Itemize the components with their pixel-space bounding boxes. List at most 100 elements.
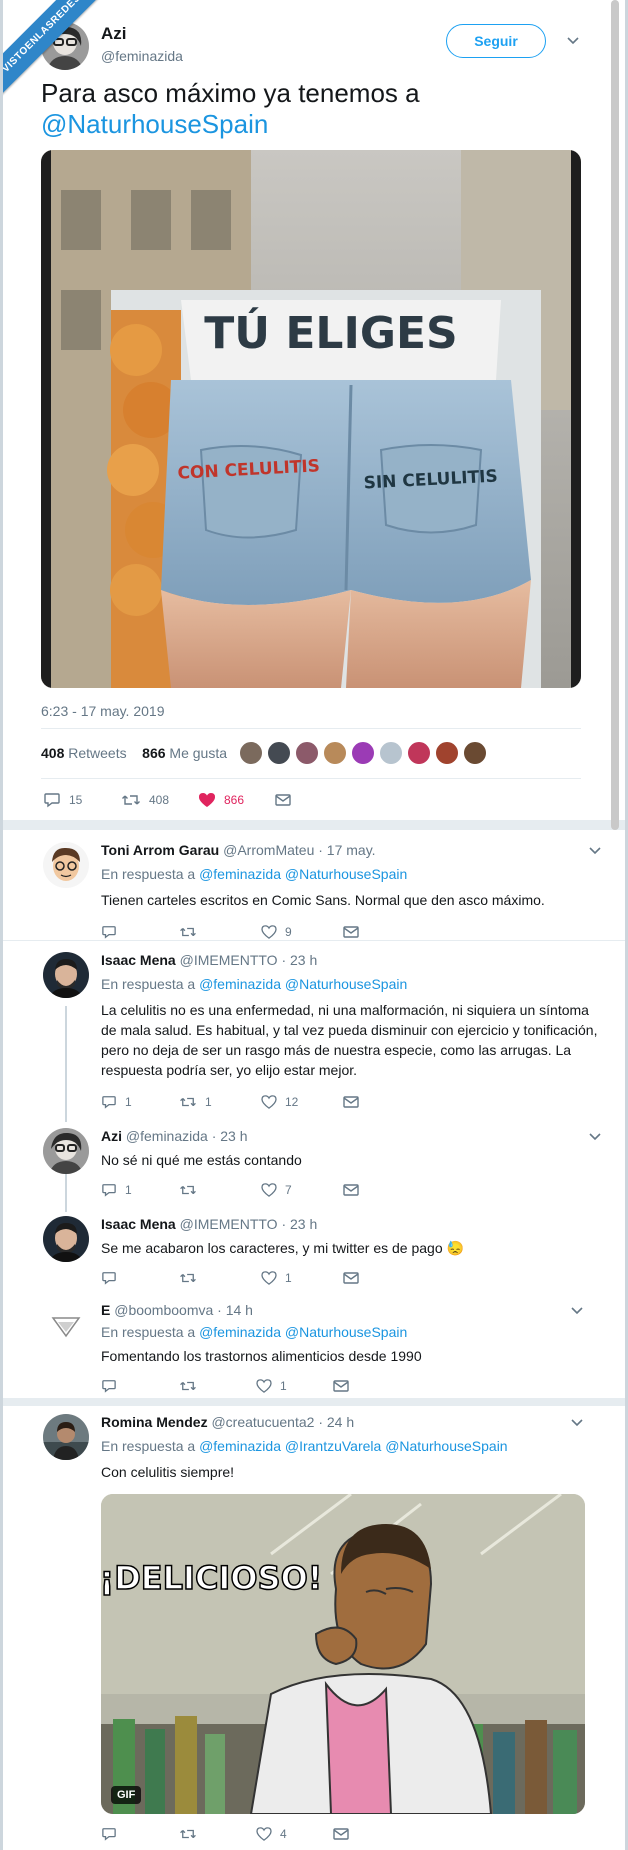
reply-text: Se me acabaron los caracteres, y mi twit… [101,1240,464,1256]
reply-button[interactable] [101,1376,125,1396]
like-button[interactable]: 7 [261,1180,292,1200]
scrollbar[interactable] [611,0,619,830]
reply-author-handle[interactable]: @ArromMateu [223,842,314,858]
avatar[interactable] [323,741,347,765]
chevron-down-icon[interactable] [570,1306,584,1316]
reply-text: Fomentando los trastornos alimenticios d… [101,1348,422,1364]
envelope-icon [343,926,359,938]
like-button[interactable]: 12 [261,1092,298,1112]
like-button[interactable]: 1 [256,1376,287,1396]
avatar[interactable] [407,741,431,765]
reply-author-handle[interactable]: @IMEMENTTO [180,1216,278,1232]
avatar[interactable] [43,1216,89,1262]
reply-text: No sé ni qué me estás contando [101,1152,302,1168]
reply-author-name[interactable]: Isaac Mena [101,1216,176,1232]
avatar[interactable] [43,952,89,998]
reply-icon [102,1272,116,1285]
retweet-button[interactable] [179,922,205,942]
avatar[interactable] [43,842,89,888]
gif-media[interactable]: ¡DELICIOSO! GIF [101,1494,585,1814]
reply-author-name[interactable]: E [101,1302,110,1318]
likes-label[interactable]: Me gusta [169,745,227,761]
message-button[interactable] [343,1092,367,1112]
reply-mentions[interactable]: @feminazida @NaturhouseSpain [199,976,407,992]
reply-prefix: En respuesta a [101,1324,196,1340]
main-tweet-header: Azi @feminazida Seguir [41,20,601,70]
reply-author-name[interactable]: Romina Mendez [101,1414,208,1430]
retweet-button[interactable] [179,1376,205,1396]
retweet-button[interactable]: 408 [121,790,169,810]
chevron-down-icon[interactable] [588,1132,602,1142]
chevron-down-icon[interactable] [588,846,602,856]
reply-button[interactable] [101,1824,125,1844]
reply-button[interactable] [101,922,125,942]
avatar[interactable] [351,741,375,765]
reply-author: Toni Arrom Garau @ArromMateu · 17 may. [101,842,376,858]
tweet-timestamp[interactable]: 6:23 - 17 may. 2019 [41,703,164,719]
reply-time[interactable]: · 14 h [217,1302,253,1318]
author-name[interactable]: Azi [101,24,127,44]
heart-filled-icon [199,793,215,807]
reply-author-handle[interactable]: @boomboomva [114,1302,213,1318]
avatar[interactable] [267,741,291,765]
retweet-button[interactable]: 1 [179,1092,212,1112]
retweet-icon [180,1097,196,1107]
follow-button[interactable]: Seguir [446,24,546,58]
chevron-down-icon[interactable] [566,36,580,46]
avatar[interactable] [463,741,487,765]
reply-author-name[interactable]: Isaac Mena [101,952,176,968]
reply-button[interactable]: 15 [43,790,82,810]
retweet-button[interactable] [179,1824,205,1844]
message-button[interactable] [343,1268,367,1288]
message-button[interactable] [343,1180,367,1200]
tweet-photo[interactable]: TÚ ELIGES CON CELULITIS SIN CELULITIS [41,150,581,688]
reply-mentions[interactable]: @feminazida @NaturhouseSpain [199,1324,407,1340]
like-button[interactable]: 9 [261,922,292,942]
reply-mentions[interactable]: @feminazida @NaturhouseSpain [199,866,407,882]
retweets-count[interactable]: 408 [41,745,64,761]
tweet-stats: 408 Retweets 866 Me gusta [41,745,227,761]
reply-button[interactable]: 1 [101,1092,132,1112]
like-count: 4 [280,1827,287,1841]
retweets-label[interactable]: Retweets [68,745,126,761]
reply-author-handle[interactable]: @IMEMENTTO [180,952,278,968]
message-button[interactable] [333,1376,357,1396]
reply-context: En respuesta a @feminazida @IrantzuVarel… [101,1438,508,1454]
like-button[interactable]: 866 [198,790,244,810]
author-handle[interactable]: @feminazida [101,48,183,64]
reply-button[interactable]: 1 [101,1180,132,1200]
message-button[interactable] [275,790,299,810]
reply-button[interactable] [101,1268,125,1288]
reply-icon [44,793,60,808]
reply-author-name[interactable]: Toni Arrom Garau [101,842,219,858]
avatar[interactable] [43,1414,89,1460]
reply-time[interactable]: · 17 may. [318,842,375,858]
likes-count[interactable]: 866 [142,745,165,761]
mention-link[interactable]: @NaturhouseSpain [41,109,581,140]
retweet-button[interactable] [179,1180,205,1200]
avatar[interactable] [295,741,319,765]
reply-time[interactable]: · 23 h [212,1128,248,1144]
avatar[interactable] [435,741,459,765]
reply-time[interactable]: · 24 h [318,1414,354,1430]
message-button[interactable] [333,1824,357,1844]
reply-author-name[interactable]: Azi [101,1128,122,1144]
reply-author-handle[interactable]: @feminazida [126,1128,208,1144]
avatar[interactable] [379,741,403,765]
reply-author: Romina Mendez @creatucuenta2 · 24 h [101,1414,354,1430]
reply-tweet: Toni Arrom Garau @ArromMateu · 17 may. E… [3,830,625,940]
like-button[interactable]: 4 [256,1824,287,1844]
retweet-icon [180,1273,196,1283]
avatar[interactable] [239,741,263,765]
message-button[interactable] [343,922,367,942]
avatar[interactable] [43,1128,89,1174]
avatar[interactable] [43,1302,89,1348]
reply-time[interactable]: · 23 h [281,1216,317,1232]
reply-author-handle[interactable]: @creatucuenta2 [211,1414,314,1430]
reply-mentions[interactable]: @feminazida @IrantzuVarela @NaturhouseSp… [199,1438,508,1454]
reply-tweet: E @boomboomva · 14 h En respuesta a @fem… [3,1296,625,1398]
retweet-button[interactable] [179,1268,205,1288]
reply-time[interactable]: · 23 h [281,952,317,968]
like-button[interactable]: 1 [261,1268,292,1288]
chevron-down-icon[interactable] [570,1418,584,1428]
